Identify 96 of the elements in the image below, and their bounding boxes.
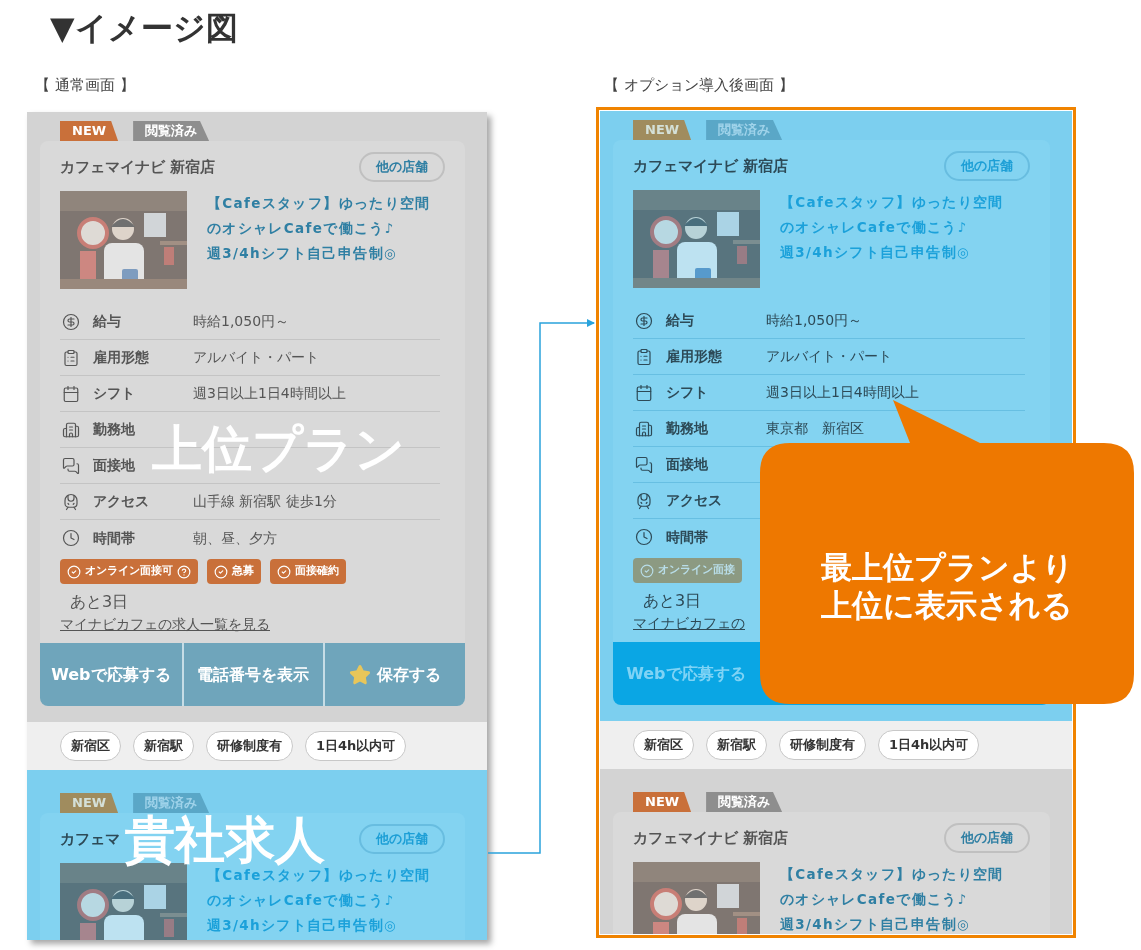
building-icon (635, 419, 653, 438)
field-label: 勤務地 (666, 419, 709, 438)
check-icon (640, 563, 654, 578)
job-title-line[interactable]: 週3/4hシフト自己申告制◎ (207, 913, 397, 938)
area-tag[interactable]: 新宿区 (60, 731, 121, 761)
store-jobs-link[interactable]: マイナビカフェの求人一覧を見る (60, 614, 270, 635)
chat-icon (635, 455, 653, 474)
viewed-tag: 閲覧済み (706, 120, 783, 140)
store-name: カフェマ (60, 828, 120, 850)
coin-icon (635, 311, 653, 330)
area-tag[interactable]: 1日4h以内可 (305, 731, 407, 761)
field-label: 給与 (93, 312, 122, 331)
job-title-line[interactable]: のオシャレCafeで働こう♪ (780, 887, 968, 912)
viewed-tag: 閲覧済み (706, 792, 783, 812)
area-tag[interactable]: 1日4h以内可 (878, 730, 980, 760)
chat-icon (62, 456, 80, 475)
calendar-icon (62, 384, 80, 403)
job-title-line[interactable]: のオシャレCafeで働こう♪ (207, 888, 395, 913)
other-stores-button[interactable]: 他の店舗 (944, 823, 1030, 853)
field-label: 時間帯 (93, 528, 136, 548)
store-name: カフェマイナビ 新宿店 (60, 156, 216, 178)
other-stores-button[interactable]: 他の店舗 (359, 824, 445, 854)
check-icon (277, 564, 291, 579)
clipboard-icon (62, 348, 80, 367)
clock-icon (62, 529, 80, 547)
coin-icon (62, 312, 80, 331)
field-value: アルバイト・パート (766, 347, 892, 366)
job-title-line[interactable]: 週3/4hシフト自己申告制◎ (207, 241, 397, 266)
action-button[interactable]: 電話番号を表示 (181, 643, 324, 706)
other-stores-button[interactable]: 他の店舗 (359, 152, 445, 182)
train-icon (635, 491, 653, 510)
clock-icon (635, 528, 653, 546)
callout-text: 最上位プランより (820, 548, 1074, 586)
clipboard-icon (635, 347, 653, 366)
screen-label: 【 オプション導入後画面 】 (604, 74, 794, 96)
action-button[interactable]: 保存する (323, 643, 465, 706)
train-icon (62, 492, 80, 511)
field-label: 雇用形態 (93, 348, 150, 367)
field-label: シフト (666, 383, 709, 402)
area-tag[interactable]: 新宿駅 (706, 730, 767, 760)
field-value: 東京都 新宿区 (766, 419, 864, 438)
field-value: 週3日以上1日4時間以上 (766, 383, 919, 402)
new-tag: NEW (60, 793, 119, 813)
badge-label: オンライン面接可 (85, 563, 173, 580)
check-icon (214, 564, 228, 579)
viewed-tag: 閲覧済み (133, 793, 210, 813)
field-value: 朝、昼、夕方 (193, 528, 277, 548)
field-label: 勤務地 (93, 420, 136, 439)
callout-text: 上位に表示される (821, 586, 1073, 624)
field-label: 面接地 (93, 456, 136, 475)
star-icon (349, 663, 372, 686)
field-label: シフト (93, 384, 136, 403)
job-title-line[interactable]: 週3/4hシフト自己申告制◎ (780, 912, 970, 934)
field-label: アクセス (666, 491, 723, 510)
check-icon (67, 564, 81, 579)
area-tag[interactable]: 新宿駅 (133, 731, 194, 761)
store-name: カフェマイナビ 新宿店 (633, 155, 789, 177)
area-tag[interactable]: 新宿区 (633, 730, 694, 760)
overlay-label: 貴社求人 (125, 815, 325, 865)
field-label: 時間帯 (666, 527, 709, 547)
new-tag: NEW (633, 792, 692, 812)
calendar-icon (635, 383, 653, 402)
field-value: 時給1,050円～ (193, 312, 290, 331)
store-name: カフェマイナビ 新宿店 (633, 827, 789, 849)
action-button[interactable]: Webで応募する (613, 642, 759, 705)
deadline-text: あと3日 (643, 590, 702, 612)
job-title-line[interactable]: 【Cafeスタッフ】ゆったり空間 (207, 191, 431, 216)
store-jobs-link[interactable]: マイナビカフェの (633, 613, 745, 634)
field-value: 時給1,050円～ (766, 311, 863, 330)
field-value: アルバイト・パート (193, 348, 319, 367)
action-button[interactable]: Webで応募する (40, 643, 182, 706)
other-stores-button[interactable]: 他の店舗 (944, 151, 1030, 181)
badge-label: オンライン面接 (658, 562, 735, 579)
screen-label: 【 通常画面 】 (35, 74, 135, 96)
field-label: アクセス (93, 492, 150, 511)
area-tag[interactable]: 研修制度有 (779, 730, 866, 760)
badge-label: 面接確約 (295, 563, 339, 580)
viewed-tag: 閲覧済み (133, 121, 210, 141)
field-label: 面接地 (666, 455, 709, 474)
deadline-text: あと3日 (70, 591, 129, 613)
job-title-line[interactable]: のオシャレCafeで働こう♪ (780, 215, 968, 240)
building-icon (62, 420, 80, 439)
page-heading: ▼イメージ図 (50, 9, 238, 47)
job-title-line[interactable]: 週3/4hシフト自己申告制◎ (780, 240, 970, 265)
new-tag: NEW (60, 121, 119, 141)
new-tag: NEW (633, 120, 692, 140)
field-label: 給与 (666, 311, 695, 330)
job-title-line[interactable]: のオシャレCafeで働こう♪ (207, 216, 395, 241)
job-title-line[interactable]: 【Cafeスタッフ】ゆったり空間 (780, 190, 1004, 215)
field-value: 山手線 新宿駅 徒歩1分 (193, 492, 337, 511)
job-title-line[interactable]: 【Cafeスタッフ】ゆったり空間 (780, 862, 1004, 887)
field-value: 週3日以上1日4時間以上 (193, 384, 346, 403)
area-tag[interactable]: 研修制度有 (206, 731, 293, 761)
field-label: 雇用形態 (666, 347, 723, 366)
overlay-label: 上位プラン (152, 424, 405, 474)
badge-label: 急募 (232, 563, 254, 580)
